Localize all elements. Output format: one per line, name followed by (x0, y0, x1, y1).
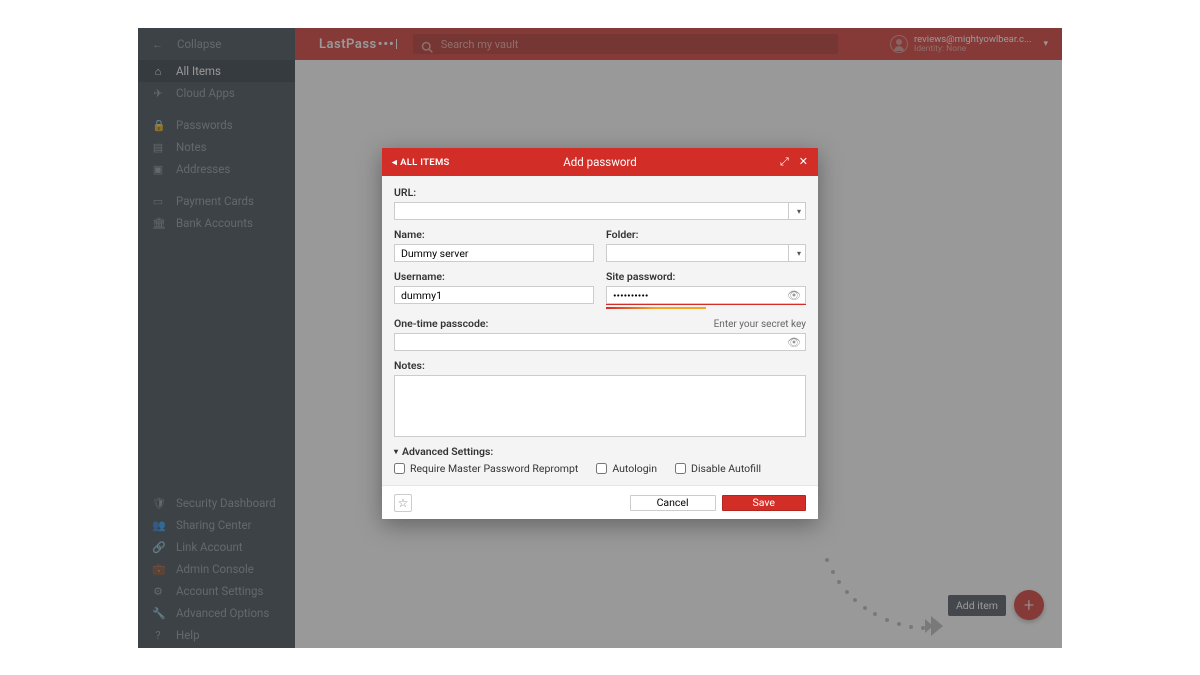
url-label: URL: (394, 186, 806, 199)
folder-select[interactable]: ▾ (606, 244, 806, 262)
username-label: Username: (394, 270, 594, 283)
modal-title: Add password (563, 155, 636, 169)
password-strength-bar (606, 307, 706, 309)
chevron-down-icon[interactable]: ▾ (797, 207, 801, 216)
back-to-all-items[interactable]: ◂ ALL ITEMS (392, 157, 450, 168)
url-input[interactable] (401, 205, 787, 218)
disable-autofill-checkbox[interactable]: Disable Autofill (675, 462, 761, 475)
modal-header: ◂ ALL ITEMS Add password ⤢ ✕ (382, 148, 818, 176)
site-password-input[interactable] (613, 289, 785, 302)
save-button[interactable]: Save (722, 495, 806, 511)
advanced-checkboxes: Require Master Password Reprompt Autolog… (394, 462, 806, 475)
autologin-checkbox[interactable]: Autologin (596, 462, 657, 475)
caret-down-icon: ▾ (394, 447, 398, 456)
otp-field: One-time passcode: Enter your secret key… (394, 317, 806, 351)
otp-hint[interactable]: Enter your secret key (714, 319, 806, 330)
name-input[interactable] (401, 247, 587, 260)
site-password-field: Site password: 👁 (606, 270, 806, 309)
caret-left-icon: ◂ (392, 157, 397, 168)
cancel-button[interactable]: Cancel (630, 495, 716, 511)
back-label: ALL ITEMS (400, 157, 450, 168)
expand-icon[interactable]: ⤢ (780, 155, 789, 169)
username-input[interactable] (401, 289, 587, 302)
advanced-label: Advanced Settings: (402, 445, 493, 458)
star-icon: ☆ (398, 496, 409, 510)
folder-input[interactable] (613, 247, 787, 260)
eye-icon[interactable]: 👁 (787, 289, 801, 302)
app-frame: ← Collapse ⌂ All Items ✈ Cloud Apps 🔒 Pa… (138, 28, 1062, 648)
modal-body: URL: ▾ Name: Folder: ▾ (382, 176, 818, 485)
otp-input[interactable] (401, 336, 785, 349)
close-icon[interactable]: ✕ (799, 155, 808, 169)
add-password-modal: ◂ ALL ITEMS Add password ⤢ ✕ URL: ▾ (382, 148, 818, 519)
name-field: Name: (394, 228, 594, 262)
name-label: Name: (394, 228, 594, 241)
url-field: URL: ▾ (394, 186, 806, 220)
notes-label: Notes: (394, 359, 806, 372)
eye-icon[interactable]: 👁 (787, 336, 801, 349)
reprompt-checkbox[interactable]: Require Master Password Reprompt (394, 462, 578, 475)
favorite-toggle[interactable]: ☆ (394, 494, 412, 512)
folder-field: Folder: ▾ (606, 228, 806, 262)
url-input-wrap: ▾ (394, 202, 806, 220)
otp-label: One-time passcode: (394, 317, 488, 330)
modal-footer: ☆ Cancel Save (382, 485, 818, 519)
notes-field: Notes: (394, 359, 806, 437)
advanced-settings-toggle[interactable]: ▾ Advanced Settings: (394, 445, 806, 458)
folder-label: Folder: (606, 228, 806, 241)
site-password-label: Site password: (606, 270, 806, 283)
chevron-down-icon[interactable]: ▾ (797, 249, 801, 258)
notes-input[interactable] (394, 375, 806, 437)
username-field: Username: (394, 270, 594, 309)
